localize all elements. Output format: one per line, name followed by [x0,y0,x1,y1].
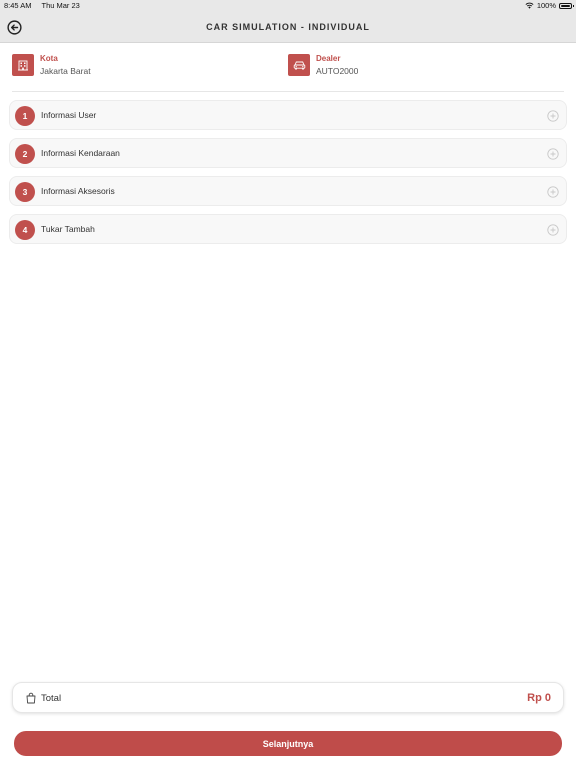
section-label: Informasi Kendaraan [41,148,120,158]
expand-plus-icon[interactable] [547,186,559,198]
next-button[interactable]: Selanjutnya [14,731,562,756]
section-informasi-kendaraan[interactable]: 2 Informasi Kendaraan [9,138,567,168]
dealer-value: AUTO2000 [316,66,359,76]
kota-label: Kota [40,54,58,63]
status-time: 8:45 AM [4,1,32,10]
section-informasi-user[interactable]: 1 Informasi User [9,100,567,130]
kota-info: Kota Jakarta Barat [12,54,91,78]
section-tukar-tambah[interactable]: 4 Tukar Tambah [9,214,567,244]
kota-value: Jakarta Barat [40,66,91,76]
building-icon [12,54,34,76]
navigation-bar: CAR SIMULATION - INDIVIDUAL [0,12,576,43]
dealer-label: Dealer [316,54,341,63]
car-icon [288,54,310,76]
expand-plus-icon[interactable] [547,224,559,236]
total-label: Total [41,693,62,704]
expand-plus-icon[interactable] [547,110,559,122]
dealer-info: Dealer AUTO2000 [288,54,358,78]
page-title: CAR SIMULATION - INDIVIDUAL [206,22,370,32]
simulation-sections: 1 Informasi User 2 Informasi Kendaraan 3… [9,100,567,252]
step-number: 4 [15,220,35,240]
section-label: Informasi Aksesoris [41,186,115,196]
bag-icon [26,692,36,704]
battery-icon [559,2,574,9]
section-label: Tukar Tambah [41,224,95,234]
step-number: 3 [15,182,35,202]
wifi-icon [525,2,534,9]
step-number: 1 [15,106,35,126]
section-label: Informasi User [41,110,97,120]
step-number: 2 [15,144,35,164]
divider [12,91,564,92]
location-info: Kota Jakarta Barat Dealer AUTO2000 [12,54,564,80]
battery-percent: 100% [536,1,556,10]
status-bar: 8:45 AM Thu Mar 23 100% [0,0,576,12]
expand-plus-icon[interactable] [547,148,559,160]
total-summary: Total Rp 0 [12,682,564,713]
status-date: Thu Mar 23 [41,1,80,10]
section-informasi-aksesoris[interactable]: 3 Informasi Aksesoris [9,176,567,206]
total-value: Rp 0 [527,692,551,704]
